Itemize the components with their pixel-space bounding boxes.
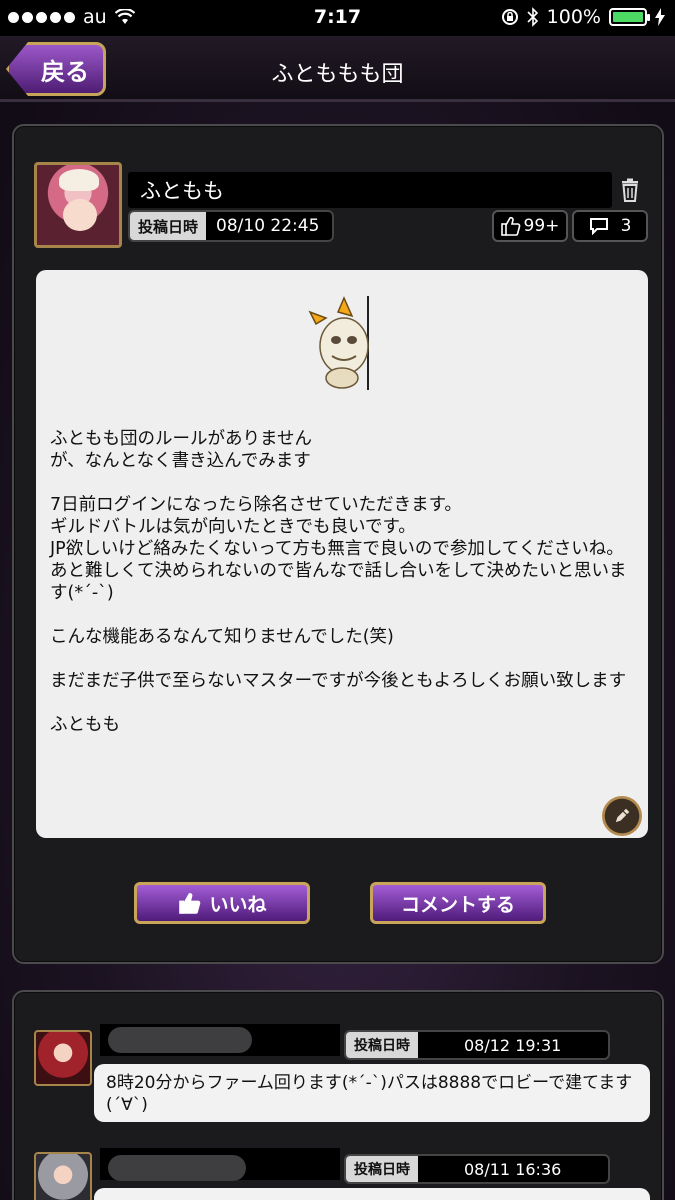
like-count-value: 99+ (523, 216, 560, 236)
comment-button[interactable]: コメントする (370, 882, 546, 924)
page-title: ふとももも団 (271, 62, 404, 87)
comment-date-value: 08/11 16:36 (464, 1159, 562, 1179)
like-button-label: いいね (209, 893, 267, 916)
comments-panel: 投稿日時 08/12 19:31 8時20分からファーム回ります(*´-`)パス… (12, 990, 664, 1200)
post-body-text: ふともも団のルールがありません が、なんとなく書き込んでみます 7日前ログインに… (50, 429, 627, 735)
comment-date: 投稿日時 08/12 19:31 (344, 1030, 610, 1060)
speech-bubble-icon (589, 218, 608, 235)
comment-text (94, 1188, 650, 1200)
comment-button-label: コメントする (400, 893, 515, 916)
trash-icon[interactable] (620, 178, 640, 202)
post-panel: ふともも 投稿日時 08/10 22:45 99+ 3 ふともも団のルールがあり… (12, 124, 664, 964)
commenter-name-redacted (108, 1027, 252, 1053)
post-date-label: 投稿日時 (130, 212, 207, 240)
edit-button[interactable] (602, 796, 642, 836)
mascot-sticker-icon (308, 296, 369, 390)
author-avatar[interactable] (34, 162, 122, 248)
comment-count-badge: 3 (572, 210, 648, 242)
header: 戻る ふとももも団 (0, 36, 675, 102)
thumbs-up-icon (500, 216, 520, 236)
comment-date-value: 08/12 19:31 (464, 1035, 562, 1055)
commenter-avatar[interactable] (34, 1030, 92, 1086)
author-name: ふともも (128, 172, 612, 208)
battery-percent: 100% (546, 6, 601, 28)
battery-icon (609, 8, 650, 26)
like-button[interactable]: いいね (134, 882, 310, 924)
status-bar: au 7:17 100% (0, 0, 675, 36)
comment-date-label: 投稿日時 (346, 1156, 418, 1182)
post-date-value: 08/10 22:45 (216, 216, 320, 236)
status-right: 100% (501, 6, 665, 28)
post-date: 投稿日時 08/10 22:45 (128, 210, 334, 242)
commenter-avatar[interactable] (34, 1152, 92, 1200)
like-count-badge: 99+ (492, 210, 568, 242)
rotation-lock-icon (501, 9, 518, 25)
pencil-icon (614, 807, 631, 824)
comment-date: 投稿日時 08/11 16:36 (344, 1154, 610, 1184)
commenter-name-redacted (108, 1155, 246, 1181)
comment-date-label: 投稿日時 (346, 1032, 418, 1058)
comment-count-value: 3 (620, 216, 632, 236)
comment-text: 8時20分からファーム回ります(*´-`)パスは8888でロビーで建てます(´∀… (94, 1064, 650, 1122)
bluetooth-icon (527, 7, 538, 27)
battery-fill (613, 12, 643, 22)
post-content: ふともも団のルールがありません が、なんとなく書き込んでみます 7日前ログインに… (36, 270, 648, 838)
thumbs-up-icon (179, 893, 201, 914)
charging-icon (655, 8, 665, 26)
